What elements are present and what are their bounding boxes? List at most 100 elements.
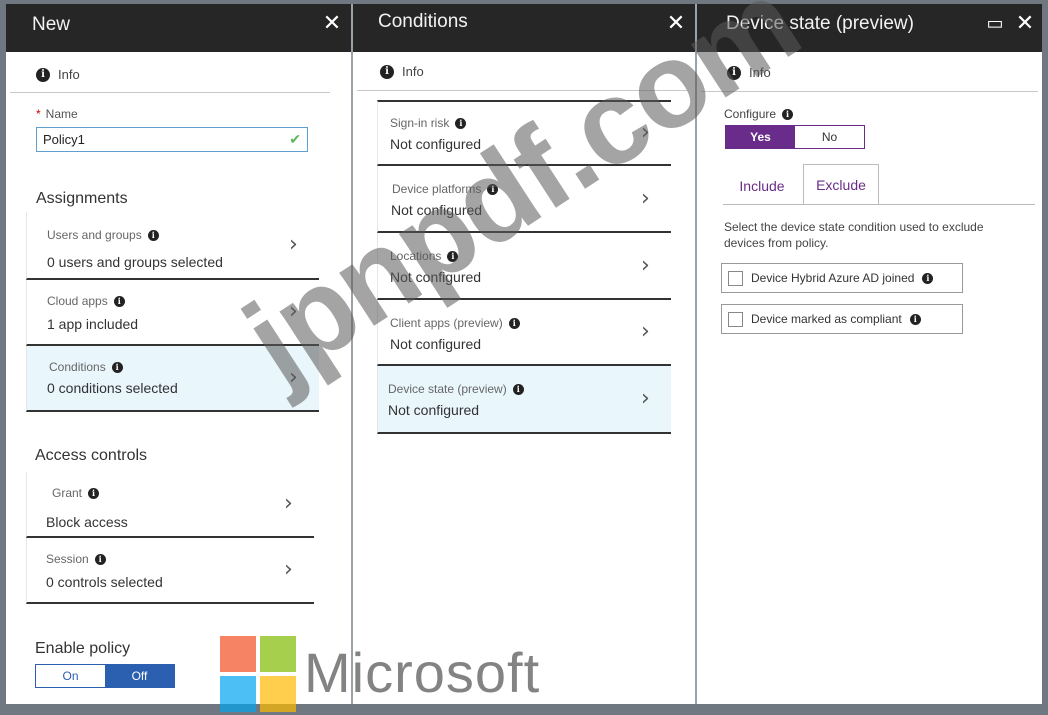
chevron-right-icon: › xyxy=(641,252,650,278)
configure-label: Configure i xyxy=(724,107,794,121)
blade-title: New xyxy=(32,14,71,35)
card-label: Grant i xyxy=(52,486,100,500)
grant-card[interactable]: Grant i Block access › xyxy=(26,472,314,538)
close-icon[interactable]: ✕ xyxy=(321,12,343,34)
card-label: Sign-in risk i xyxy=(390,116,467,130)
divider xyxy=(10,92,330,93)
info-icon: i xyxy=(36,67,50,82)
close-icon[interactable]: ✕ xyxy=(1014,12,1036,34)
info-icon: i xyxy=(512,383,524,395)
chevron-right-icon: › xyxy=(641,185,650,211)
info-icon: i xyxy=(113,295,125,307)
blade-header: New ✕ xyxy=(6,4,351,52)
divider xyxy=(357,90,687,91)
microsoft-wordmark: Microsoft xyxy=(304,641,541,704)
card-label: Locations i xyxy=(390,249,459,263)
cloud-apps-card[interactable]: Cloud apps i 1 app included › xyxy=(26,280,319,346)
info-label: Info xyxy=(402,64,424,79)
info-icon: i xyxy=(147,229,159,241)
card-value: Not configured xyxy=(388,402,480,418)
assignments-title: Assignments xyxy=(36,190,128,207)
info-icon: i xyxy=(88,487,100,499)
card-label: Client apps (preview) i xyxy=(390,316,520,330)
marked-as-compliant-option[interactable]: Device marked as compliant i xyxy=(721,304,963,334)
card-label: Users and groups i xyxy=(47,228,159,242)
chevron-right-icon: › xyxy=(289,365,298,390)
info-link[interactable]: i Info xyxy=(36,67,80,82)
blade-header: Conditions ✕ xyxy=(353,4,695,52)
toggle-off-option[interactable]: Off xyxy=(105,665,174,687)
info-icon: i xyxy=(508,317,520,329)
device-state-blade: Device state (preview) ▭ ✕ i Info Config… xyxy=(697,4,1042,704)
chevron-right-icon: › xyxy=(289,232,298,257)
info-label: Info xyxy=(749,65,771,80)
card-value: Not configured xyxy=(390,336,482,352)
tab-include[interactable]: Include xyxy=(727,168,797,204)
enable-policy-toggle[interactable]: On Off xyxy=(35,664,175,688)
info-link[interactable]: i Info xyxy=(727,65,771,80)
maximize-icon[interactable]: ▭ xyxy=(984,12,1006,34)
divider xyxy=(701,91,1038,92)
tabs-underline xyxy=(723,204,1035,205)
chevron-right-icon: › xyxy=(289,299,298,324)
chevron-right-icon: › xyxy=(641,386,650,411)
chevron-right-icon: › xyxy=(284,491,293,516)
info-icon: i xyxy=(447,250,459,262)
info-icon: i xyxy=(111,361,123,373)
close-icon[interactable]: ✕ xyxy=(665,12,687,34)
blade-title: Conditions xyxy=(378,11,468,32)
name-label: * Name xyxy=(36,107,78,121)
access-controls-title: Access controls xyxy=(35,447,148,464)
chevron-right-icon: › xyxy=(641,319,650,344)
microsoft-logo xyxy=(220,636,298,714)
configure-yes-option[interactable]: Yes xyxy=(726,126,795,148)
card-value: 0 conditions selected xyxy=(47,380,178,396)
required-asterisk: * xyxy=(36,107,41,121)
device-state-card[interactable]: Device state (preview) i Not configured … xyxy=(377,366,671,434)
name-input[interactable]: Policy1 ✔ xyxy=(36,127,308,152)
device-platforms-card[interactable]: Device platforms i Not configured › xyxy=(377,166,671,233)
card-value: Not configured xyxy=(390,269,482,285)
tab-exclude[interactable]: Exclude xyxy=(803,164,879,205)
configure-no-option[interactable]: No xyxy=(795,126,864,148)
conditions-blade: Conditions ✕ i Info Sign-in risk i Not c… xyxy=(353,4,697,704)
valid-check-icon: ✔ xyxy=(289,131,301,147)
chevron-right-icon: › xyxy=(641,120,650,145)
logo-green-square xyxy=(260,636,296,672)
card-label: Session i xyxy=(46,552,106,566)
card-value: 0 controls selected xyxy=(46,574,163,590)
card-label: Conditions i xyxy=(49,360,123,374)
session-card[interactable]: Session i 0 controls selected › xyxy=(26,538,314,604)
info-icon: i xyxy=(922,272,934,284)
hybrid-azure-ad-joined-option[interactable]: Device Hybrid Azure AD joined i xyxy=(721,263,963,293)
card-value: Not configured xyxy=(390,136,482,152)
card-value: 1 app included xyxy=(47,316,139,332)
conditions-card[interactable]: Conditions i 0 conditions selected › xyxy=(26,346,319,412)
logo-yellow-square xyxy=(260,676,296,712)
blade-header: Device state (preview) ▭ ✕ xyxy=(697,4,1042,52)
new-policy-blade: New ✕ i Info * Name Policy1 ✔ Assignments… xyxy=(6,4,353,704)
card-value: Not configured xyxy=(391,202,483,218)
portal-frame: New ✕ i Info * Name Policy1 ✔ Assignments… xyxy=(6,0,1042,712)
info-link[interactable]: i Info xyxy=(380,64,424,79)
info-icon: i xyxy=(727,65,741,80)
card-label: Cloud apps i xyxy=(47,294,125,308)
checkbox[interactable] xyxy=(728,270,743,286)
info-icon: i xyxy=(455,117,467,129)
users-and-groups-card[interactable]: Users and groups i 0 users and groups se… xyxy=(26,212,319,280)
client-apps-card[interactable]: Client apps (preview) i Not configured › xyxy=(377,300,671,366)
card-label: Device state (preview) i xyxy=(388,382,524,396)
sign-in-risk-card[interactable]: Sign-in risk i Not configured › xyxy=(377,100,671,166)
configure-toggle[interactable]: Yes No xyxy=(725,125,865,149)
enable-policy-label: Enable policy xyxy=(35,640,131,657)
info-icon: i xyxy=(94,553,106,565)
info-icon: i xyxy=(782,108,794,120)
locations-card[interactable]: Locations i Not configured › xyxy=(377,233,671,300)
logo-red-square xyxy=(220,636,256,672)
card-label: Device platforms i xyxy=(392,182,499,196)
checkbox[interactable] xyxy=(728,311,743,327)
info-icon: i xyxy=(487,183,499,195)
exclude-description: Select the device state condition used t… xyxy=(724,220,984,250)
card-value: Block access xyxy=(46,514,128,530)
toggle-on-option[interactable]: On xyxy=(36,665,105,687)
